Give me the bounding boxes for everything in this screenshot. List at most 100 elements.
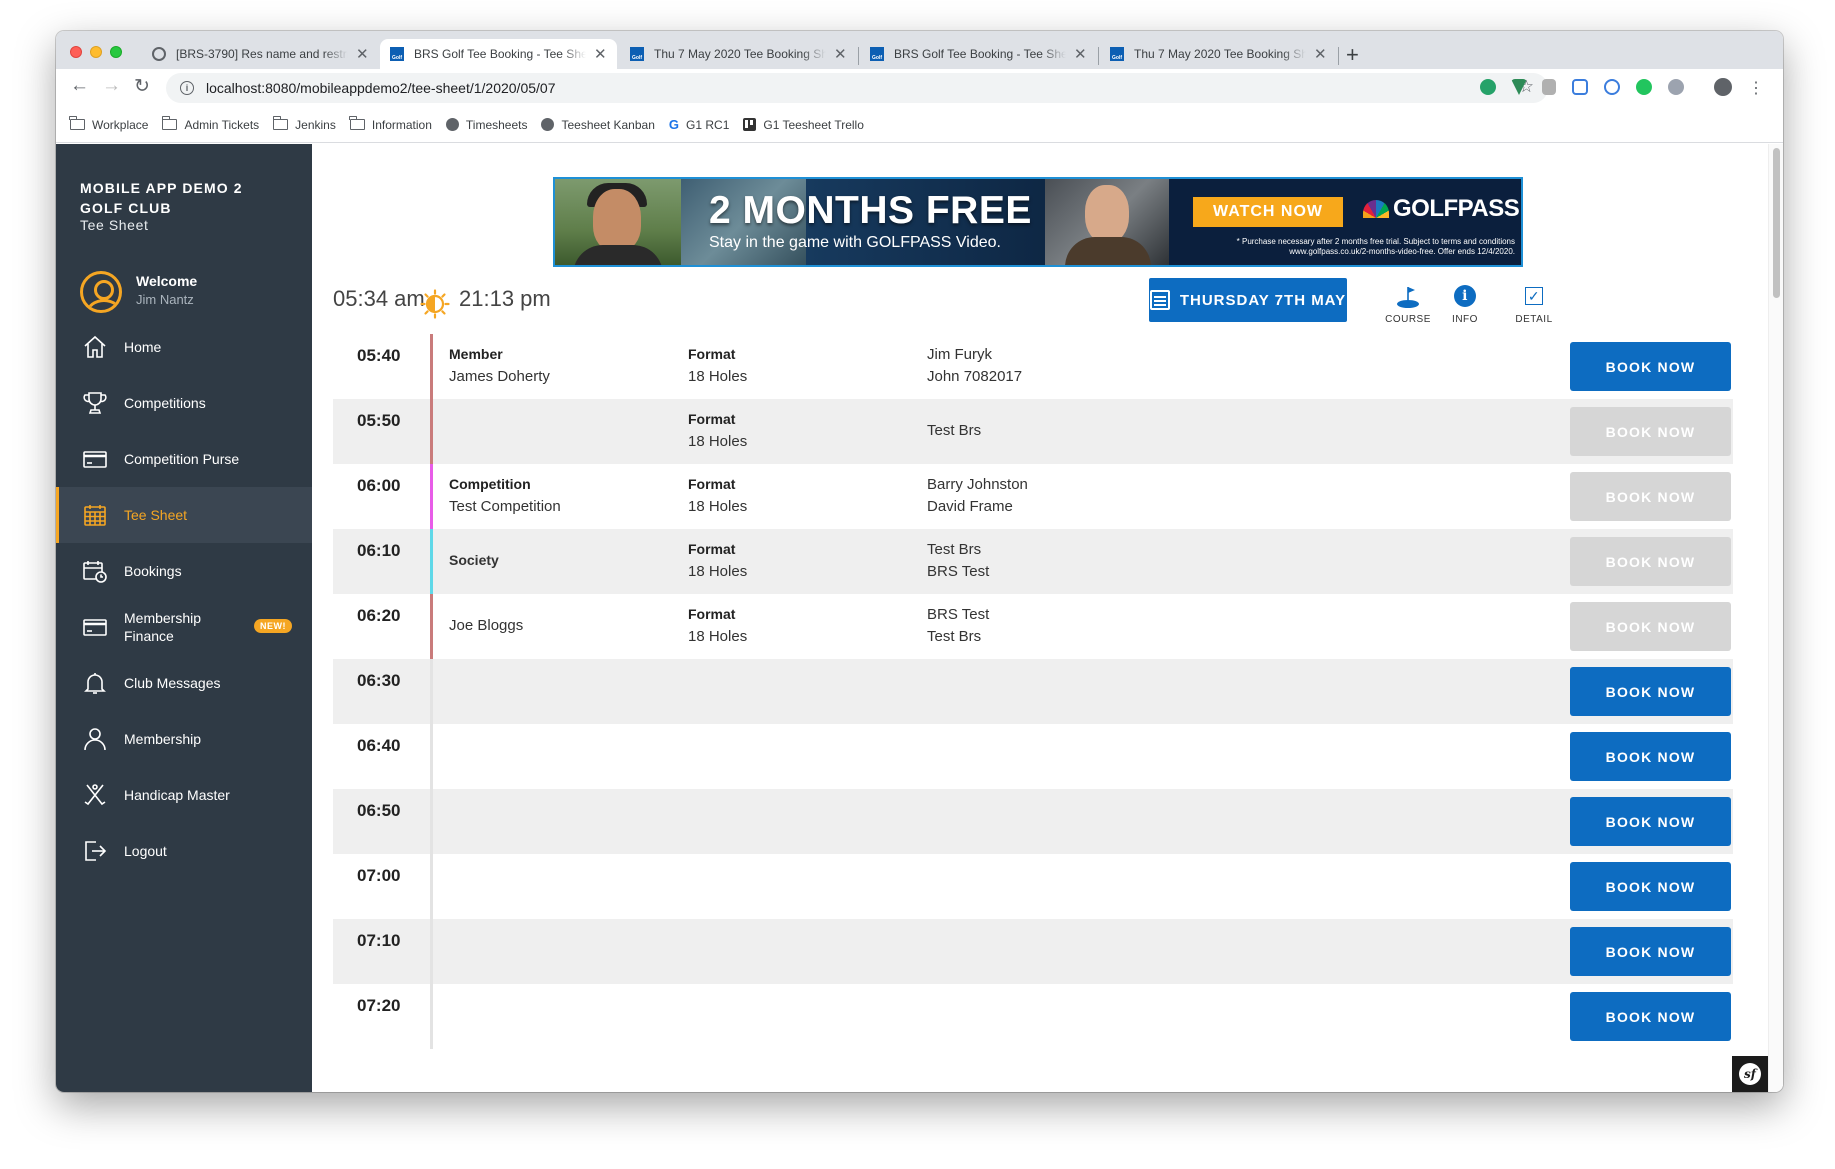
- bookmark-label: G1 Teesheet Trello: [763, 117, 864, 132]
- browser-window: [BRS-3790] Res name and restrictions ✕ G…: [56, 31, 1783, 1092]
- book-now-button[interactable]: BOOK NOW: [1570, 667, 1731, 716]
- extension-1password-icon[interactable]: [1604, 79, 1620, 95]
- book-now-button[interactable]: BOOK NOW: [1570, 342, 1731, 391]
- sidebar-item-membership[interactable]: Membership: [56, 711, 312, 767]
- category-title: Competition: [449, 476, 531, 492]
- tab-title: [BRS-3790] Res name and restrictions: [176, 47, 348, 61]
- date-picker-button[interactable]: THURSDAY 7TH MAY: [1149, 278, 1347, 322]
- symfony-toolbar-icon[interactable]: sf: [1732, 1056, 1768, 1092]
- info-button[interactable]: i INFO: [1435, 282, 1495, 325]
- tee-time: 06:50: [357, 801, 401, 820]
- bookmark-g1-teesheet-trello[interactable]: G1 Teesheet Trello: [743, 118, 864, 132]
- close-icon[interactable]: ✕: [594, 45, 607, 63]
- forward-arrow-icon[interactable]: →: [102, 75, 121, 97]
- brs-icon: Golf: [630, 47, 644, 61]
- maximize-window-button[interactable]: [110, 46, 122, 58]
- close-icon[interactable]: ✕: [834, 45, 847, 63]
- book-now-button[interactable]: BOOK NOW: [1570, 732, 1731, 781]
- bookmark-admin-tickets[interactable]: Admin Tickets: [161, 116, 259, 132]
- sidebar-item-bookings[interactable]: Bookings: [56, 543, 312, 599]
- page-scrollbar[interactable]: [1768, 144, 1783, 1092]
- player-name: John 7082017: [927, 368, 1023, 385]
- close-icon[interactable]: ✕: [356, 45, 369, 63]
- folder-icon: [349, 116, 365, 130]
- browser-tab-active[interactable]: Golf BRS Golf Tee Booking - Tee Sheet ✕: [380, 39, 617, 69]
- sidebar-item-label: Membership Finance: [124, 610, 202, 644]
- welcome-label: Welcome: [136, 273, 198, 289]
- browser-tab[interactable]: Golf Thu 7 May 2020 Tee Booking Sheet ✕: [1100, 39, 1337, 69]
- browser-menu-icon[interactable]: ⋮: [1748, 78, 1764, 98]
- extension-circle-icon[interactable]: [1668, 79, 1684, 95]
- sidebar-item-label: Tee Sheet: [124, 507, 188, 523]
- sidebar-item-home[interactable]: Home: [56, 319, 312, 375]
- format-title: Format: [688, 606, 736, 622]
- extension-screen-icon[interactable]: [1572, 79, 1588, 95]
- book-now-button-disabled[interactable]: BOOK NOW: [1570, 602, 1731, 651]
- book-now-button-disabled[interactable]: BOOK NOW: [1570, 537, 1731, 586]
- browser-tab[interactable]: Golf BRS Golf Tee Booking - Tee Sheet ✕: [860, 39, 1097, 69]
- book-now-button[interactable]: BOOK NOW: [1570, 797, 1731, 846]
- detail-button[interactable]: ✓ DETAIL: [1504, 282, 1564, 325]
- bookmark-g1-rc1[interactable]: G G1 RC1: [669, 117, 729, 132]
- sidebar-item-tee-sheet[interactable]: Tee Sheet: [56, 487, 312, 543]
- bookmark-information[interactable]: Information: [349, 116, 432, 132]
- scrollbar-thumb[interactable]: [1773, 148, 1780, 298]
- close-icon[interactable]: ✕: [1074, 45, 1087, 63]
- bookmark-label: G1 RC1: [686, 117, 730, 132]
- tee-time-row: 07:00 BOOK NOW: [333, 854, 1733, 919]
- extension-gear-icon[interactable]: [1480, 79, 1496, 95]
- book-now-button[interactable]: BOOK NOW: [1570, 927, 1731, 976]
- browser-tab[interactable]: Golf Thu 7 May 2020 Tee Booking Sheet ✕: [620, 39, 857, 69]
- person-icon: [82, 726, 108, 752]
- address-bar[interactable]: i localhost:8080/mobileappdemo2/tee-shee…: [166, 73, 1548, 103]
- format-title: Format: [688, 346, 736, 362]
- back-arrow-icon[interactable]: ←: [70, 75, 89, 97]
- category-title: Member: [449, 346, 503, 362]
- bookmark-jenkins[interactable]: Jenkins: [272, 116, 336, 132]
- sidebar-item-club-messages[interactable]: Club Messages: [56, 655, 312, 711]
- book-now-button-disabled[interactable]: BOOK NOW: [1570, 407, 1731, 456]
- profile-avatar-icon[interactable]: [1714, 78, 1732, 96]
- nbc-peacock-icon: [1363, 200, 1389, 218]
- book-now-button-disabled[interactable]: BOOK NOW: [1570, 472, 1731, 521]
- format-value: 18 Holes: [688, 498, 748, 515]
- course-button[interactable]: COURSE: [1378, 282, 1438, 325]
- home-icon: [82, 334, 108, 360]
- close-icon[interactable]: ✕: [1314, 45, 1327, 63]
- minimize-window-button[interactable]: [90, 46, 102, 58]
- banner-fine-print: * Purchase necessary after 2 months free…: [1236, 237, 1515, 256]
- sidebar-item-membership-finance[interactable]: Membership Finance NEW!: [56, 599, 312, 655]
- trophy-icon: [82, 390, 108, 416]
- tab-strip: [BRS-3790] Res name and restrictions ✕ G…: [56, 31, 1783, 69]
- sidebar-item-competitions[interactable]: Competitions: [56, 375, 312, 431]
- sidebar-item-handicap-master[interactable]: Handicap Master: [56, 767, 312, 823]
- extension-eyedropper-icon[interactable]: [1542, 79, 1556, 95]
- site-info-icon[interactable]: i: [180, 81, 194, 95]
- book-now-button[interactable]: BOOK NOW: [1570, 862, 1731, 911]
- presenter-photo: [1045, 179, 1169, 265]
- golfer-photo: [555, 179, 681, 265]
- url-text[interactable]: localhost:8080/mobileappdemo2/tee-sheet/…: [206, 80, 555, 96]
- tee-time-row: 07:10 BOOK NOW: [333, 919, 1733, 984]
- sidebar-item-logout[interactable]: Logout: [56, 823, 312, 879]
- golfpass-logo: GOLFPASS: [1363, 195, 1520, 223]
- row-type-stripe: [430, 334, 433, 399]
- book-now-button[interactable]: BOOK NOW: [1570, 992, 1731, 1041]
- format-title: Format: [688, 541, 736, 557]
- checkbox-icon: ✓: [1525, 287, 1543, 305]
- golfpass-ad-banner[interactable]: 2 MONTHS FREE Stay in the game with GOLF…: [553, 177, 1523, 267]
- reload-icon[interactable]: ↻: [134, 75, 150, 98]
- tab-separator: [1098, 47, 1099, 65]
- format-title: Format: [688, 411, 736, 427]
- bookmark-teesheet-kanban[interactable]: Teesheet Kanban: [541, 118, 655, 132]
- bookmark-timesheets[interactable]: Timesheets: [445, 118, 527, 132]
- sidebar-item-competition-purse[interactable]: Competition Purse: [56, 431, 312, 487]
- tee-time-row: 06:30 BOOK NOW: [333, 659, 1733, 724]
- watch-now-button[interactable]: WATCH NOW: [1193, 197, 1343, 227]
- bookmark-workplace[interactable]: Workplace: [69, 116, 148, 132]
- new-tab-button[interactable]: +: [1346, 42, 1359, 68]
- row-type-stripe: [430, 464, 433, 529]
- close-window-button[interactable]: [70, 46, 82, 58]
- extension-power-icon[interactable]: [1636, 79, 1652, 95]
- browser-tab[interactable]: [BRS-3790] Res name and restrictions ✕: [142, 39, 379, 69]
